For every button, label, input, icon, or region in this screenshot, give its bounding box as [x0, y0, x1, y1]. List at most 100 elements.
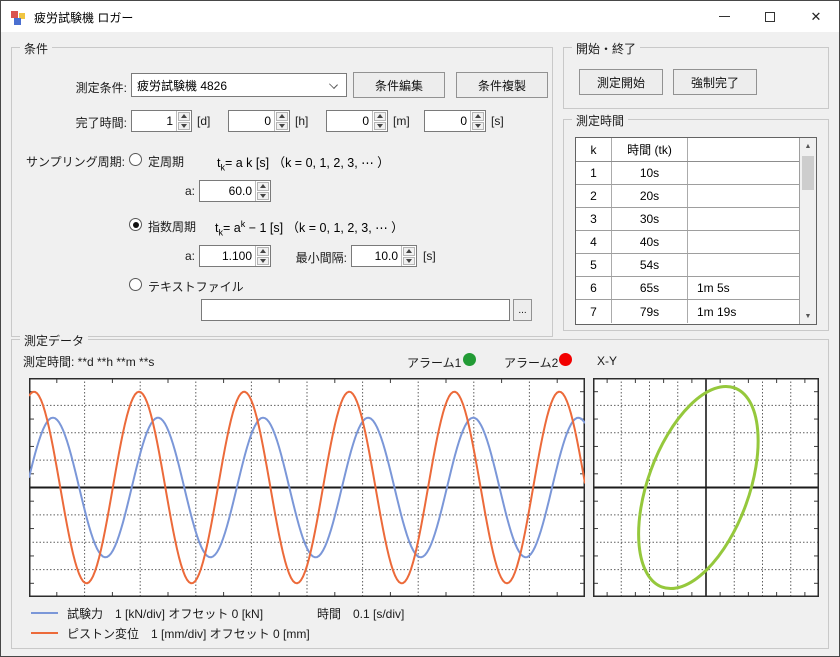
table-row[interactable]: 110s — [576, 162, 799, 185]
hours-unit-label: [h] — [295, 114, 308, 128]
cell-time: 54s — [612, 254, 688, 276]
exponential-period-radio-label[interactable]: 指数周期 — [148, 218, 196, 235]
cell-time: 20s — [612, 185, 688, 207]
force-finish-button[interactable]: 強制完了 — [673, 69, 757, 95]
fixed-a-stepper[interactable]: 60.0 — [199, 180, 271, 202]
table-row[interactable]: 330s — [576, 208, 799, 231]
measurement-data-group-label: 測定データ — [20, 332, 88, 349]
legend-swatch-force — [31, 612, 58, 614]
cell-extra — [688, 254, 799, 276]
cell-k: 2 — [576, 185, 612, 207]
min-interval-unit-label: [s] — [423, 249, 436, 263]
table-row[interactable]: 554s — [576, 254, 799, 277]
measurement-condition-label: 測定条件: — [49, 79, 127, 96]
fixed-period-radio[interactable] — [129, 153, 142, 166]
exponential-a-value: 1.100 — [200, 246, 255, 266]
spinner-arrows[interactable] — [274, 111, 289, 131]
exponential-a-label: a: — [167, 249, 195, 263]
cell-k: 7 — [576, 300, 612, 323]
cell-k: 5 — [576, 254, 612, 276]
minutes-unit-label: [m] — [393, 114, 410, 128]
min-interval-stepper[interactable]: 10.0 — [351, 245, 417, 267]
title-bar[interactable]: 疲労試験機 ロガー ✕ — [1, 1, 839, 32]
text-file-radio-label[interactable]: テキストファイル — [148, 278, 244, 295]
cell-time: 30s — [612, 208, 688, 230]
alarm2-indicator-icon — [559, 353, 572, 366]
maximize-icon — [765, 12, 775, 22]
cell-k: 3 — [576, 208, 612, 230]
edit-condition-button[interactable]: 条件編集 — [353, 72, 445, 98]
app-icon — [10, 9, 26, 25]
col-header-k: k — [576, 138, 612, 161]
cell-extra: 1m 5s — [688, 277, 799, 299]
exponential-a-stepper[interactable]: 1.100 — [199, 245, 271, 267]
maximize-button[interactable] — [747, 1, 793, 32]
browse-button[interactable]: ... — [513, 299, 532, 321]
scroll-down-icon[interactable]: ▼ — [800, 308, 816, 324]
alarm1-label: アラーム1 — [407, 354, 461, 371]
exponential-period-radio[interactable] — [129, 218, 142, 231]
cell-time: 10s — [612, 162, 688, 184]
fixed-period-formula: tk= a k [s] （k = 0, 1, 2, 3, ⋯ ） — [217, 152, 390, 173]
close-button[interactable]: ✕ — [793, 1, 839, 32]
spinner-arrows[interactable] — [176, 111, 191, 131]
min-interval-value: 10.0 — [352, 246, 401, 266]
scroll-up-icon[interactable]: ▲ — [800, 138, 816, 154]
fixed-a-value: 60.0 — [200, 181, 255, 201]
alarm2-label: アラーム2 — [504, 354, 558, 371]
completion-seconds-value: 0 — [425, 111, 470, 131]
completion-seconds-stepper[interactable]: 0 — [424, 110, 486, 132]
cell-extra: 1m 19s — [688, 300, 799, 323]
chevron-down-icon — [329, 80, 338, 89]
app-window: 疲労試験機 ロガー ✕ 条件 測定条件: 疲労試験機 4826 条件編集 条件複… — [0, 0, 840, 657]
cell-extra — [688, 162, 799, 184]
conditions-group-label: 条件 — [20, 40, 52, 57]
table-scrollbar[interactable]: ▲ ▼ — [799, 138, 816, 324]
fixed-period-radio-label[interactable]: 定周期 — [148, 153, 184, 170]
alarm1-indicator-icon — [463, 353, 476, 366]
close-icon: ✕ — [811, 9, 822, 25]
spinner-arrows[interactable] — [255, 181, 270, 201]
measurement-condition-combobox[interactable]: 疲労試験機 4826 — [131, 73, 347, 97]
text-file-radio[interactable] — [129, 278, 142, 291]
legend-swatch-displacement — [31, 632, 58, 634]
text-file-path-input[interactable] — [201, 299, 510, 321]
table-row[interactable]: 779s1m 19s — [576, 300, 799, 323]
table-row[interactable]: 665s1m 5s — [576, 277, 799, 300]
completion-minutes-value: 0 — [327, 111, 372, 131]
legend-displacement-label: ピストン変位 1 [mm/div] オフセット 0 [mm] — [67, 625, 310, 642]
cell-time: 79s — [612, 300, 688, 323]
table-row[interactable]: 220s — [576, 185, 799, 208]
copy-condition-button[interactable]: 条件複製 — [456, 72, 548, 98]
fixed-a-label: a: — [167, 184, 195, 198]
minimize-icon — [719, 16, 730, 17]
minimize-button[interactable] — [701, 1, 747, 32]
start-end-group-label: 開始・終了 — [572, 40, 640, 57]
completion-days-stepper[interactable]: 1 — [131, 110, 192, 132]
min-interval-label: 最小間隔: — [279, 249, 347, 266]
completion-minutes-stepper[interactable]: 0 — [326, 110, 388, 132]
cell-time: 65s — [612, 277, 688, 299]
completion-hours-stepper[interactable]: 0 — [228, 110, 290, 132]
legend-force-label: 試験力 1 [kN/div] オフセット 0 [kN] — [67, 605, 263, 622]
spinner-arrows[interactable] — [255, 246, 270, 266]
time-chart — [29, 378, 585, 597]
cell-k: 6 — [576, 277, 612, 299]
spinner-arrows[interactable] — [401, 246, 416, 266]
spinner-arrows[interactable] — [372, 111, 387, 131]
table-row[interactable]: 440s — [576, 231, 799, 254]
scrollbar-thumb[interactable] — [802, 156, 814, 190]
measurement-time-group-label: 測定時間 — [572, 112, 628, 129]
completion-days-value: 1 — [132, 111, 176, 131]
cell-extra — [688, 208, 799, 230]
cell-extra — [688, 231, 799, 253]
window-title: 疲労試験機 ロガー — [34, 9, 133, 26]
measurement-condition-value: 疲労試験機 4826 — [137, 77, 227, 94]
cell-time: 40s — [612, 231, 688, 253]
spinner-arrows[interactable] — [470, 111, 485, 131]
days-unit-label: [d] — [197, 114, 210, 128]
cell-k: 4 — [576, 231, 612, 253]
start-measurement-button[interactable]: 測定開始 — [579, 69, 663, 95]
seconds-unit-label: [s] — [491, 114, 504, 128]
cell-extra — [688, 185, 799, 207]
